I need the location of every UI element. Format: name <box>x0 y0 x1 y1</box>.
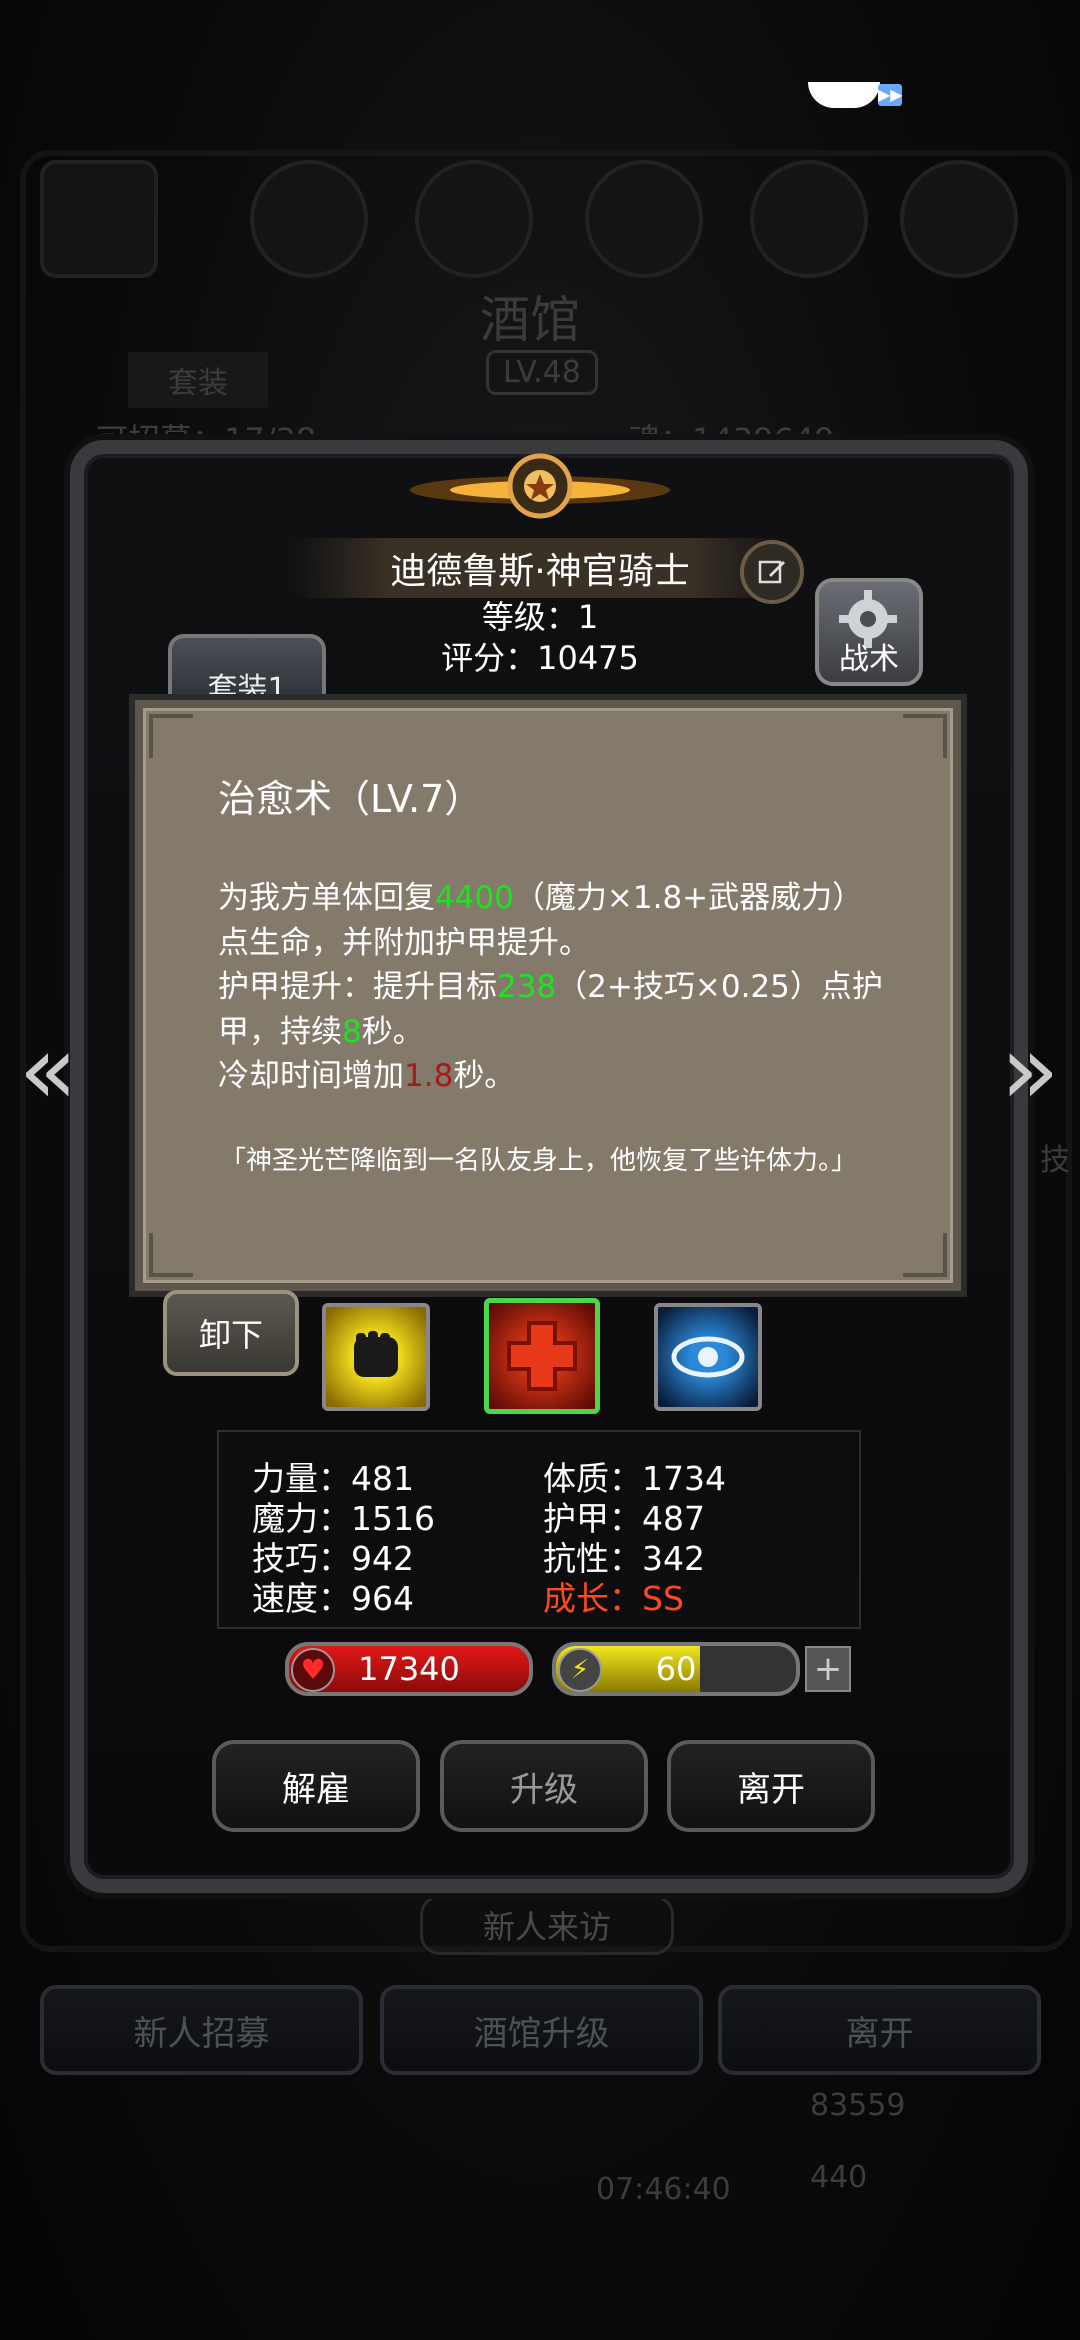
bg-orb-icon <box>415 160 533 278</box>
bg-title: 酒馆 <box>480 291 580 349</box>
bg-gold: 83559 <box>810 2088 906 2123</box>
heal-cross-skill-icon[interactable] <box>484 1298 600 1414</box>
emblem-icon <box>410 453 670 519</box>
stat-speed: 速度：964 <box>252 1579 414 1618</box>
leave-button[interactable]: 离开 <box>667 1740 875 1832</box>
armor-value: 238 <box>497 969 557 1005</box>
panel-corner <box>903 1233 947 1277</box>
pencil-icon <box>758 560 785 584</box>
fist-icon <box>354 1331 398 1377</box>
bg-visitor: 新人来访 <box>420 1895 675 1955</box>
tactics-label: 战术 <box>839 642 899 677</box>
unequip-button[interactable]: 卸下 <box>163 1290 299 1376</box>
skill-description: 为我方单体回复4400（魔力×1.8+武器威力）点生命，并附加护甲提升。 护甲提… <box>218 876 888 1099</box>
energy-value: 60 <box>655 1650 697 1688</box>
bg-upgrade-button: 酒馆升级 <box>380 1985 703 2075</box>
stat-growth: 成长：SS <box>543 1579 684 1618</box>
bg-side-text: 技 <box>1040 1143 1070 1178</box>
eye-skill-icon[interactable] <box>654 1303 762 1411</box>
upgrade-button[interactable]: 升级 <box>440 1740 648 1832</box>
cooldown-value: 1.8 <box>404 1058 454 1094</box>
desc-text: 护甲提升：提升目标 <box>218 969 497 1005</box>
skill-title: 治愈术（LV.7） <box>218 777 483 821</box>
bg-orb-icon <box>750 160 868 278</box>
fist-skill-icon[interactable] <box>322 1303 430 1411</box>
fast-forward-icon[interactable]: ▶▶ <box>808 82 904 110</box>
bg-leave-button: 离开 <box>718 1985 1041 2075</box>
prev-hero-arrow-icon[interactable]: « <box>18 1014 78 1126</box>
next-hero-arrow-icon[interactable]: » <box>1000 1014 1060 1126</box>
duration-value: 8 <box>342 1013 362 1050</box>
bg-level: LV.48 <box>486 350 598 395</box>
heal-value: 4400 <box>435 880 514 916</box>
desc-text: 秒。 <box>361 1013 424 1050</box>
bg-orb-icon <box>250 160 368 278</box>
cross-icon <box>507 1321 577 1391</box>
skill-quote: 「神圣光芒降临到一名队友身上，他恢复了些许体力。」 <box>220 1146 858 1176</box>
eye-icon <box>671 1336 745 1378</box>
energy-bar: ⚡ 60 <box>552 1642 800 1696</box>
panel-corner <box>149 714 193 758</box>
desc-text: 秒。 <box>453 1058 516 1094</box>
bg-portrait-icon <box>40 160 158 278</box>
panel-corner <box>149 1233 193 1277</box>
fire-button[interactable]: 解雇 <box>212 1740 420 1832</box>
bg-gems: 440 <box>810 2160 868 2195</box>
bg-timer: 07:46:40 <box>596 2172 731 2207</box>
hero-name: 迪德鲁斯·神官骑士 <box>290 538 790 598</box>
desc-text: 冷却时间增加 <box>218 1058 404 1094</box>
panel-corner <box>903 714 947 758</box>
bg-orb-icon <box>585 160 703 278</box>
add-energy-button[interactable]: + <box>805 1646 851 1692</box>
hp-value: 17340 <box>358 1650 460 1688</box>
bg-suit-tab: 套装 <box>128 352 268 408</box>
bg-recruit-button: 新人招募 <box>40 1985 363 2075</box>
tactics-button[interactable]: 战术 <box>815 578 923 686</box>
hp-bar: ♥ 17340 <box>285 1642 533 1696</box>
desc-text: 为我方单体回复 <box>218 880 435 916</box>
bg-orb-icon <box>900 160 1018 278</box>
